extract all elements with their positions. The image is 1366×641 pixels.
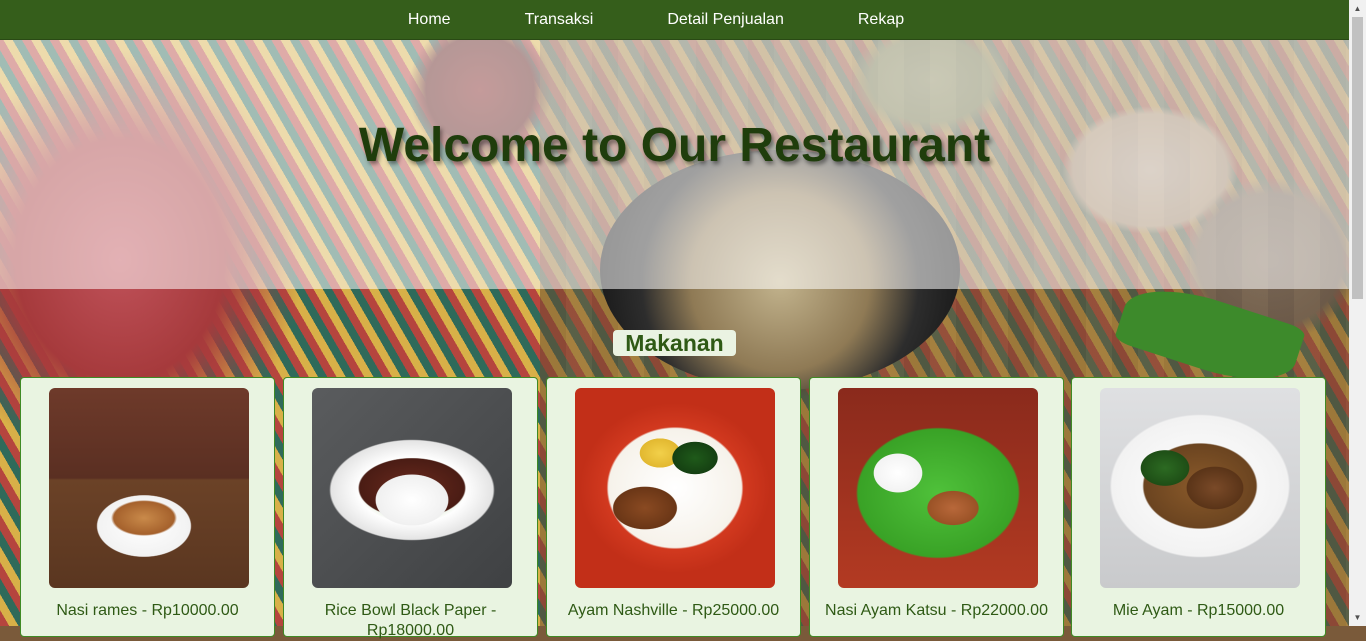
nav-home-link[interactable]: Home xyxy=(408,0,451,39)
nav-rekap-link[interactable]: Rekap xyxy=(858,0,904,39)
menu-card-rice-bowl[interactable]: Rice Bowl Black Paper - Rp18000.00 xyxy=(283,377,538,639)
vertical-scrollbar[interactable]: ▲ ▼ xyxy=(1349,0,1366,626)
menu-card-nasi-ayam-katsu[interactable]: Nasi Ayam Katsu - Rp22000.00 xyxy=(809,377,1064,637)
page-title: Welcome to Our Restaurant xyxy=(358,119,991,172)
menu-item-name: Nasi rames - Rp10000.00 xyxy=(56,602,239,619)
scroll-down-arrow-icon[interactable]: ▼ xyxy=(1349,609,1366,626)
section-heading-makanan: Makanan xyxy=(613,330,736,356)
menu-item-name: Rice Bowl Black Paper - Rp18000.00 xyxy=(324,602,497,639)
menu-card-nasi-rames[interactable]: Nasi rames - Rp10000.00 xyxy=(20,377,275,637)
menu-card-mie-ayam[interactable]: Mie Ayam - Rp15000.00 xyxy=(1071,377,1326,637)
scrollbar-thumb[interactable] xyxy=(1352,17,1363,299)
scroll-up-arrow-icon[interactable]: ▲ xyxy=(1349,0,1366,17)
menu-item-name: Nasi Ayam Katsu - Rp22000.00 xyxy=(825,602,1048,619)
menu-item-name: Ayam Nashville - Rp25000.00 xyxy=(567,602,780,619)
food-image-nasi-ayam-katsu xyxy=(838,388,1038,588)
food-image-mie-ayam xyxy=(1100,388,1300,588)
food-image-nasi-rames xyxy=(49,388,249,588)
menu-item-name: Mie Ayam - Rp15000.00 xyxy=(1112,602,1285,619)
food-image-rice-bowl xyxy=(312,388,512,588)
food-image-ayam-nashville xyxy=(575,388,775,588)
menu-card-ayam-nashville[interactable]: Ayam Nashville - Rp25000.00 xyxy=(546,377,801,637)
nav-detail-penjualan-link[interactable]: Detail Penjualan xyxy=(667,0,784,39)
top-navbar: Home Transaksi Detail Penjualan Rekap xyxy=(0,0,1349,40)
nav-transaksi-link[interactable]: Transaksi xyxy=(525,0,594,39)
